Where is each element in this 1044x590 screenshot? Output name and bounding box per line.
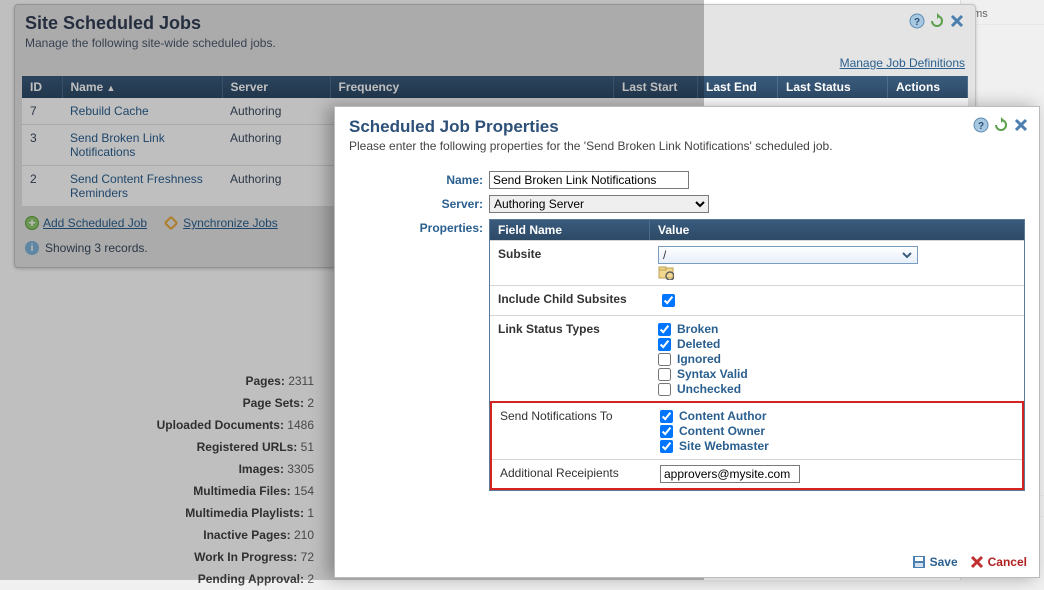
notify-label: Send Notifications To <box>492 403 652 459</box>
notify-option: Content Author <box>679 409 767 423</box>
subsite-label: Subsite <box>490 241 650 285</box>
name-label: Name: <box>349 171 489 187</box>
disk-icon <box>912 555 926 569</box>
x-icon <box>970 555 984 569</box>
help-icon[interactable]: ? <box>909 13 925 29</box>
col-last-status[interactable]: Last Status <box>778 76 888 98</box>
col-name[interactable]: Name ▲ <box>62 76 222 98</box>
server-label: Server: <box>349 195 489 211</box>
link-status-option: Deleted <box>677 337 720 351</box>
link-status-label: Link Status Types <box>490 316 650 402</box>
link-status-checkbox[interactable] <box>658 323 671 336</box>
info-icon: i <box>25 241 39 255</box>
dialog-title: Scheduled Job Properties <box>349 117 1025 137</box>
refresh-icon[interactable] <box>993 117 1009 133</box>
panel-title: Site Scheduled Jobs <box>25 13 965 34</box>
job-properties-dialog: ? Scheduled Job Properties Please enter … <box>334 106 1040 578</box>
prop-col-field: Field Name <box>490 220 650 240</box>
properties-label: Properties: <box>349 219 489 235</box>
link-status-checkbox[interactable] <box>658 338 671 351</box>
link-status-checkbox[interactable] <box>658 368 671 381</box>
add-icon: + <box>25 216 39 230</box>
col-frequency[interactable]: Frequency <box>330 76 614 98</box>
browse-subsite-icon[interactable] <box>658 264 1016 280</box>
notify-checkbox[interactable] <box>660 425 673 438</box>
notify-option: Content Owner <box>679 424 765 438</box>
include-child-label: Include Child Subsites <box>490 286 650 315</box>
col-server[interactable]: Server <box>222 76 330 98</box>
close-icon[interactable] <box>1013 117 1029 133</box>
sync-icon <box>163 215 179 231</box>
link-status-option: Ignored <box>677 352 721 366</box>
records-text: Showing 3 records. <box>45 241 148 255</box>
link-status-option: Syntax Valid <box>677 367 748 381</box>
col-last-start[interactable]: Last Start <box>614 76 698 98</box>
notify-checkbox[interactable] <box>660 410 673 423</box>
add-scheduled-job-link[interactable]: Add Scheduled Job <box>43 216 147 230</box>
svg-text:?: ? <box>914 17 920 28</box>
close-icon[interactable] <box>949 13 965 29</box>
dialog-subtitle: Please enter the following properties fo… <box>349 139 1025 153</box>
manage-definitions-link[interactable]: Manage Job Definitions <box>840 56 965 70</box>
synchronize-jobs-link[interactable]: Synchronize Jobs <box>183 216 278 230</box>
panel-subtitle: Manage the following site-wide scheduled… <box>25 36 965 50</box>
additional-label: Additional Receipients <box>492 460 652 488</box>
col-id[interactable]: ID <box>22 76 62 98</box>
notify-option: Site Webmaster <box>679 439 769 453</box>
server-select[interactable]: Authoring Server <box>489 195 709 213</box>
job-name-input[interactable] <box>489 171 689 189</box>
subsite-select[interactable]: / <box>658 246 918 264</box>
cancel-button[interactable]: Cancel <box>970 555 1027 569</box>
col-last-end[interactable]: Last End <box>698 76 778 98</box>
additional-recipients-input[interactable] <box>660 465 800 483</box>
svg-text:?: ? <box>978 121 984 132</box>
notify-checkbox[interactable] <box>660 440 673 453</box>
include-child-checkbox[interactable] <box>662 294 675 307</box>
chevron-down-icon <box>901 249 913 261</box>
link-status-option: Unchecked <box>677 382 741 396</box>
site-stats: Pages: 2311Page Sets: 2Uploaded Document… <box>157 370 314 590</box>
link-status-checkbox[interactable] <box>658 353 671 366</box>
link-status-option: Broken <box>677 322 718 336</box>
refresh-icon[interactable] <box>929 13 945 29</box>
prop-col-value: Value <box>650 220 1024 240</box>
save-button[interactable]: Save <box>912 555 958 569</box>
help-icon[interactable]: ? <box>973 117 989 133</box>
link-status-checkbox[interactable] <box>658 383 671 396</box>
col-actions[interactable]: Actions <box>888 76 968 98</box>
